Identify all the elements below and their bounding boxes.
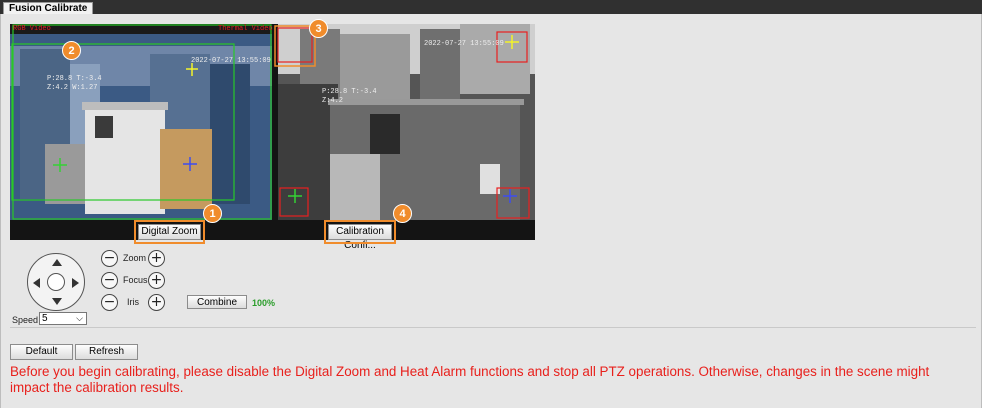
combine-progress-text: 100% [252, 298, 276, 308]
right-timestamp: 2022-07-27 13:55:09 [424, 40, 504, 48]
left-timestamp: 2022-07-27 13:55:09 [191, 57, 271, 65]
default-button[interactable]: Default [10, 344, 73, 360]
speed-label: Speed [12, 315, 39, 325]
ptz-down-arrow-icon[interactable] [52, 298, 62, 305]
callout-badge-4: 4 [393, 204, 412, 223]
combine-button[interactable]: Combine [187, 295, 247, 309]
left-video-title: RGB Video [13, 25, 51, 33]
digital-zoom-button[interactable]: Digital Zoom [134, 220, 205, 244]
ptz-up-arrow-icon[interactable] [52, 259, 62, 266]
calibration-warning-note: Before you begin calibrating, please dis… [10, 364, 930, 395]
speed-select-value: 5 [42, 313, 48, 324]
callout-badge-2: 2 [62, 41, 81, 60]
left-ptz-coords: P:28.8 T:-3.4 [47, 75, 102, 83]
right-zoom-coords: Z:4.2 [322, 97, 344, 105]
video-preview-area: RGB Video Thermal Video 2022-07-27 13:55… [10, 24, 535, 240]
ptz-direction-pad[interactable] [27, 253, 85, 311]
chevron-down-icon: ⌵ [76, 313, 83, 323]
callout-badge-3: 3 [309, 19, 328, 38]
calibration-config-button[interactable]: Calibration Confi... [324, 220, 396, 251]
iris-label: Iris [127, 297, 139, 307]
ptz-center-button[interactable] [47, 273, 65, 291]
iris-minus-button[interactable]: − [101, 294, 118, 311]
refresh-button[interactable]: Refresh [75, 344, 138, 360]
left-zoom-coords: Z:4.2 W:1.27 [47, 84, 98, 92]
zoom-minus-button[interactable]: − [101, 250, 118, 267]
zoom-plus-button[interactable]: + [148, 250, 165, 267]
focus-minus-button[interactable]: − [101, 272, 118, 289]
right-ptz-coords: P:28.8 T:-3.4 [322, 88, 377, 96]
divider [10, 327, 976, 328]
focus-plus-button[interactable]: + [148, 272, 165, 289]
right-video-title: Thermal Video [218, 25, 273, 33]
focus-label: Focus [123, 275, 148, 285]
zoom-label: Zoom [123, 253, 147, 263]
iris-plus-button[interactable]: + [148, 294, 165, 311]
ptz-right-arrow-icon[interactable] [72, 278, 79, 288]
ptz-left-arrow-icon[interactable] [33, 278, 40, 288]
speed-select[interactable]: 5 ⌵ [39, 312, 87, 325]
video-canvas [10, 24, 535, 240]
tab-fusion-calibrate[interactable]: Fusion Calibrate [3, 2, 94, 14]
top-bar: Fusion Calibrate [0, 0, 982, 14]
callout-badge-1: 1 [203, 204, 222, 223]
